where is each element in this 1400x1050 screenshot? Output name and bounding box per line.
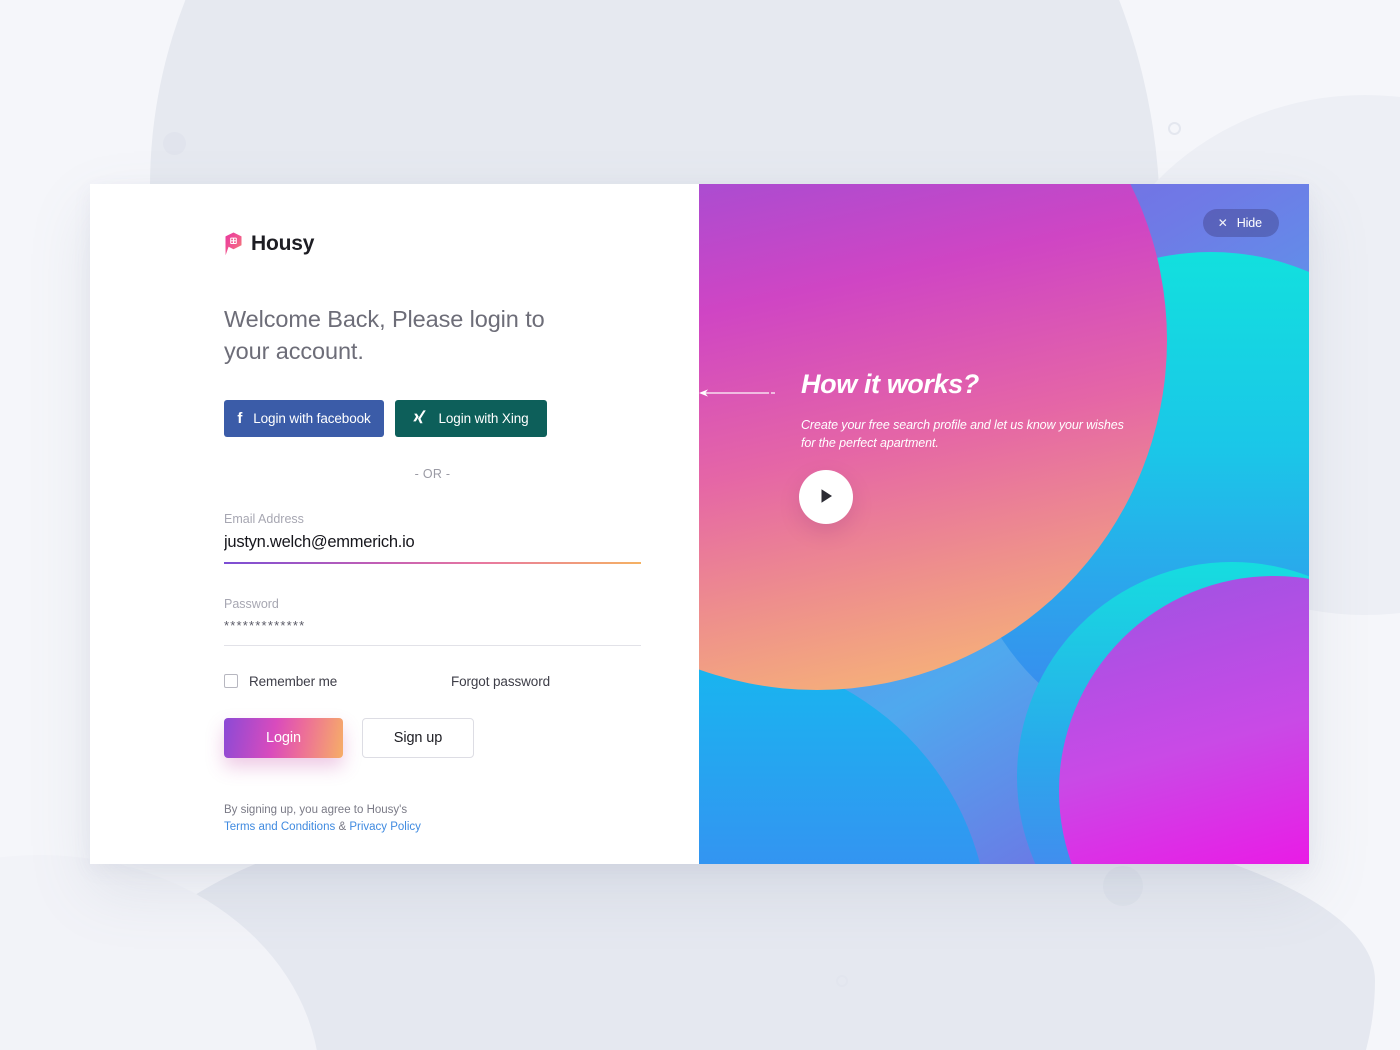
promo-pointer-icon xyxy=(699,385,775,397)
remember-me-toggle[interactable]: Remember me xyxy=(224,674,337,689)
background-dot-icon xyxy=(163,132,186,155)
signup-button[interactable]: Sign up xyxy=(362,717,474,758)
password-input[interactable] xyxy=(224,617,641,645)
login-with-xing-button[interactable]: Login with Xing xyxy=(395,399,547,437)
or-separator: - OR - xyxy=(414,466,451,481)
promo-title: How it works? xyxy=(801,369,979,399)
background-dot-icon xyxy=(1103,866,1143,906)
background-ring-icon xyxy=(836,975,848,987)
play-video-button[interactable] xyxy=(799,470,853,524)
promo-pane: ✕ Hide How it works? Create your free se… xyxy=(699,184,1309,864)
remember-me-checkbox[interactable] xyxy=(224,674,238,689)
forgot-password-link[interactable]: Forgot password xyxy=(451,674,550,689)
legal-ampersand: & xyxy=(338,821,347,834)
email-input[interactable] xyxy=(224,532,641,562)
form-options-row: Remember me Forgot password xyxy=(224,674,550,689)
social-login-row: f Login with facebook Login with Xing xyxy=(224,399,641,437)
password-field-label: Password xyxy=(224,596,279,611)
legal-text: By signing up, you agree to Housy's Term… xyxy=(224,802,641,837)
hide-button[interactable]: ✕ Hide xyxy=(1202,209,1279,237)
hide-button-label: Hide xyxy=(1236,216,1262,230)
page-title: Welcome Back, Please login to your accou… xyxy=(224,306,545,364)
brand-name: Housy xyxy=(251,232,315,255)
login-with-facebook-button[interactable]: f Login with facebook xyxy=(224,399,384,437)
play-icon xyxy=(819,488,834,507)
background-ring-icon xyxy=(1168,122,1181,135)
close-icon: ✕ xyxy=(1217,216,1228,230)
email-field-group: Email Address xyxy=(224,512,641,564)
password-field-underline xyxy=(224,644,641,646)
promo-subtitle: Create your free search profile and let … xyxy=(801,418,1124,451)
login-button[interactable]: Login xyxy=(224,717,343,758)
terms-and-conditions-link[interactable]: Terms and Conditions xyxy=(224,821,335,833)
page-root: Housy Welcome Back, Please login to your… xyxy=(0,0,1400,1050)
login-card: Housy Welcome Back, Please login to your… xyxy=(90,184,1309,864)
remember-me-label: Remember me xyxy=(249,673,338,689)
form-action-row: Login Sign up xyxy=(224,717,641,758)
privacy-policy-link[interactable]: Privacy Policy xyxy=(349,821,421,833)
email-field-underline xyxy=(224,561,641,564)
promo-content: How it works? Create your free search pr… xyxy=(699,369,1151,453)
login-form-pane: Housy Welcome Back, Please login to your… xyxy=(90,184,699,864)
housy-pin-logo-icon xyxy=(224,232,243,256)
legal-prefix: By signing up, you agree to Housy's xyxy=(224,803,408,816)
login-with-facebook-label: Login with facebook xyxy=(253,410,371,426)
xing-icon xyxy=(413,410,427,427)
facebook-icon: f xyxy=(237,409,243,427)
login-with-xing-label: Login with Xing xyxy=(438,410,529,426)
brand-logo: Housy xyxy=(224,232,641,256)
email-field-label: Email Address xyxy=(224,511,304,526)
password-field-group: Password xyxy=(224,597,641,646)
